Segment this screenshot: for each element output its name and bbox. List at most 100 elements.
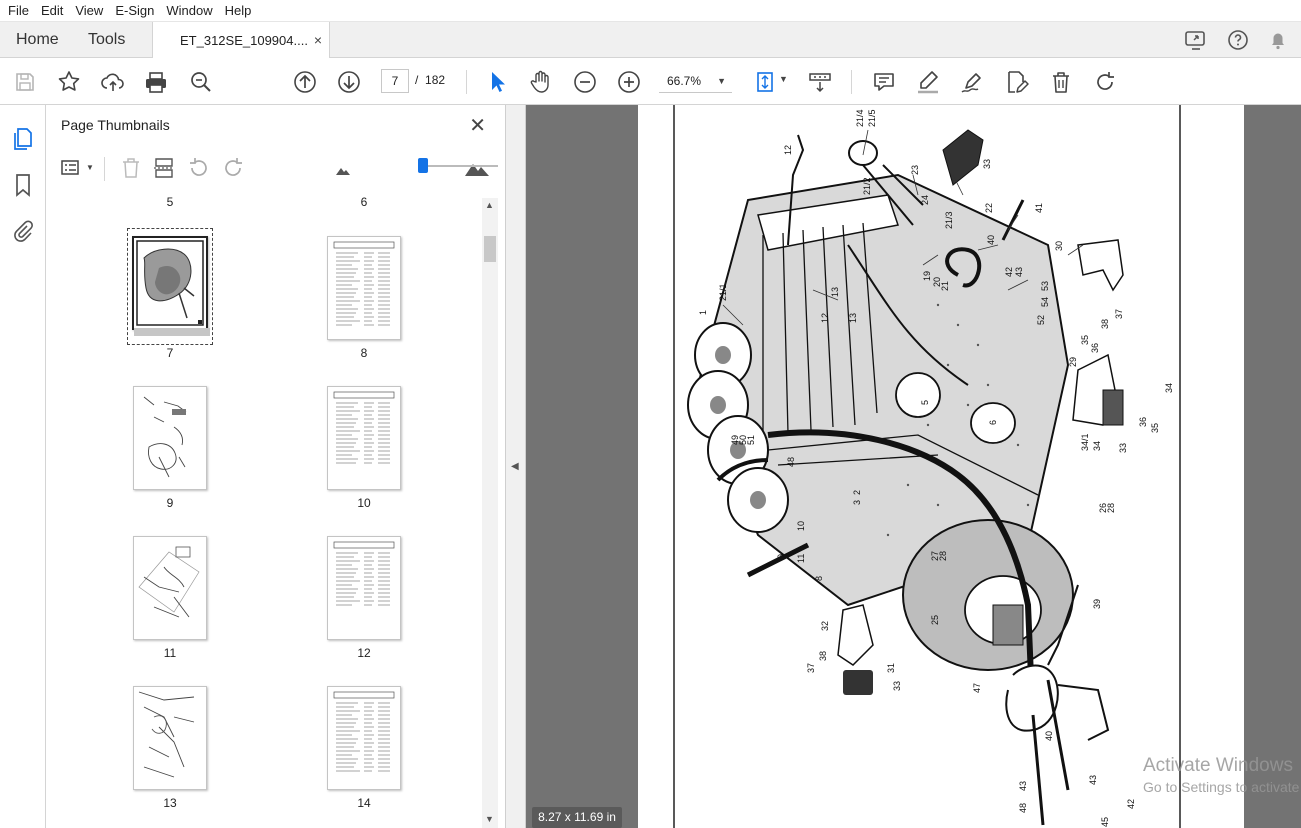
svg-text:35: 35 (1150, 423, 1160, 433)
svg-text:10: 10 (796, 521, 806, 531)
close-panel-icon[interactable]: ✕ (469, 113, 486, 138)
svg-text:21/1: 21/1 (718, 283, 728, 301)
scroll-up-icon[interactable]: ▲ (485, 200, 494, 210)
scroll-down-icon[interactable]: ▼ (485, 814, 494, 824)
hand-tool-icon[interactable] (527, 68, 555, 96)
upload-cloud-icon[interactable] (99, 68, 127, 96)
thumbnail-page-13[interactable] (133, 686, 207, 790)
svg-text:2: 2 (852, 490, 862, 495)
thumbnail-page-number: 10 (357, 496, 371, 510)
svg-text:40: 40 (986, 235, 996, 245)
zoom-in-icon[interactable] (615, 68, 643, 96)
thumbnail-page-11[interactable] (133, 536, 207, 640)
save-icon[interactable] (11, 68, 39, 96)
thumbnail-page-10[interactable] (327, 386, 401, 490)
svg-text:29: 29 (1068, 357, 1078, 367)
scrolling-mode-icon[interactable] (806, 68, 834, 96)
svg-text:12: 12 (783, 145, 793, 155)
menu-window[interactable]: Window (160, 0, 218, 22)
menu-view[interactable]: View (69, 0, 109, 22)
scrollbar-thumb[interactable] (484, 236, 496, 262)
tab-tools[interactable]: Tools (88, 22, 125, 58)
bookmarks-icon[interactable] (10, 172, 36, 198)
delete-trash-icon[interactable] (1047, 68, 1075, 96)
page-number-input[interactable]: 7 (381, 69, 409, 93)
svg-text:51: 51 (746, 435, 756, 445)
attachments-paperclip-icon[interactable] (10, 218, 36, 244)
fit-chevron-down-icon[interactable]: ▼ (779, 74, 788, 84)
thumbnail-page-7[interactable] (132, 236, 210, 336)
menu-help[interactable]: Help (219, 0, 258, 22)
svg-text:43: 43 (1014, 267, 1024, 277)
draw-pen-icon[interactable] (958, 68, 986, 96)
thumbnail-page-14[interactable] (327, 686, 401, 790)
svg-text:34: 34 (1164, 383, 1174, 393)
svg-text:33: 33 (892, 681, 902, 691)
thumbnails-scrollbar[interactable]: ▲ ▼ (482, 198, 498, 828)
menu-file[interactable]: File (2, 0, 35, 22)
rotate-redo-icon[interactable] (1091, 68, 1119, 96)
tab-document[interactable]: ET_312SE_109904.... × (152, 22, 330, 59)
thumbnail-options-icon[interactable] (59, 155, 85, 181)
zoom-level-select[interactable]: 66.7% ▼ (659, 69, 732, 93)
svg-text:40: 40 (1044, 731, 1054, 741)
notifications-bell-icon[interactable] (1265, 27, 1291, 53)
svg-text:21/3: 21/3 (944, 211, 954, 229)
next-page-icon[interactable] (335, 68, 363, 96)
svg-text:21/4: 21/4 (855, 109, 865, 127)
delete-pages-icon[interactable] (118, 155, 144, 181)
page-thumbnails-icon[interactable] (10, 126, 36, 152)
rotate-counterclockwise-icon[interactable] (186, 155, 212, 181)
svg-text:30: 30 (1054, 241, 1064, 251)
menu-edit[interactable]: Edit (35, 0, 69, 22)
thumbnail-page-number: 6 (360, 195, 368, 209)
total-pages: 182 (425, 73, 446, 87)
thumbnail-drawing (333, 241, 395, 326)
edit-document-icon[interactable] (1002, 68, 1030, 96)
svg-text:37: 37 (1114, 309, 1124, 319)
close-tab-icon[interactable]: × (314, 32, 322, 48)
select-cursor-icon[interactable] (483, 68, 511, 96)
svg-text:13: 13 (830, 287, 840, 297)
thumbnail-page-12[interactable] (327, 536, 401, 640)
small-thumbnails-icon[interactable] (335, 161, 351, 177)
svg-text:13: 13 (848, 313, 858, 323)
share-screen-icon[interactable] (1183, 27, 1209, 53)
help-icon[interactable] (1225, 27, 1251, 53)
large-thumbnails-icon[interactable] (464, 156, 490, 182)
thumbnail-drawing (143, 396, 187, 478)
page-total: / 182 (415, 73, 445, 87)
svg-text:34: 34 (1092, 441, 1102, 451)
svg-text:38: 38 (818, 651, 828, 661)
thumbnail-page-9[interactable] (133, 386, 207, 490)
print-icon[interactable] (142, 68, 170, 96)
thumbnail-size-slider[interactable] (423, 165, 498, 167)
svg-text:22: 22 (984, 203, 994, 213)
svg-text:5: 5 (920, 400, 930, 405)
svg-text:39: 39 (1092, 599, 1102, 609)
menu-esign[interactable]: E-Sign (109, 0, 160, 22)
collapse-panel-arrow-icon[interactable]: ◀ (511, 461, 519, 472)
options-chevron-down-icon[interactable]: ▼ (86, 163, 94, 172)
page-separator: / (415, 73, 419, 87)
tab-home[interactable]: Home (16, 22, 59, 58)
highlight-pen-icon[interactable] (914, 68, 942, 96)
document-page[interactable]: 21/4 21/5 12 23 33 21/2 24 22 41 21/3 40… (638, 105, 1244, 828)
thumbnail-page-number: 7 (166, 346, 174, 360)
previous-page-icon[interactable] (291, 68, 319, 96)
fit-page-icon[interactable] (751, 68, 779, 96)
rotate-clockwise-icon[interactable] (220, 155, 246, 181)
thumbnail-size-slider-handle[interactable] (418, 158, 428, 173)
svg-text:37: 37 (806, 663, 816, 673)
zoom-search-icon[interactable] (187, 68, 215, 96)
zoom-out-icon[interactable] (571, 68, 599, 96)
bookmark-star-icon[interactable] (55, 68, 83, 96)
thumbnail-page-8[interactable] (327, 236, 401, 340)
comment-icon[interactable] (870, 68, 898, 96)
svg-text:34/1: 34/1 (1080, 433, 1090, 451)
panel-splitter[interactable]: ◀ (506, 105, 526, 828)
page-thumbnails-panel: Page Thumbnails ✕ ▼ 5 6 7 8 9 10 11 12 1… (46, 105, 506, 828)
svg-text:32: 32 (820, 621, 830, 631)
insert-page-icon[interactable] (151, 155, 177, 181)
svg-text:12: 12 (820, 313, 830, 323)
